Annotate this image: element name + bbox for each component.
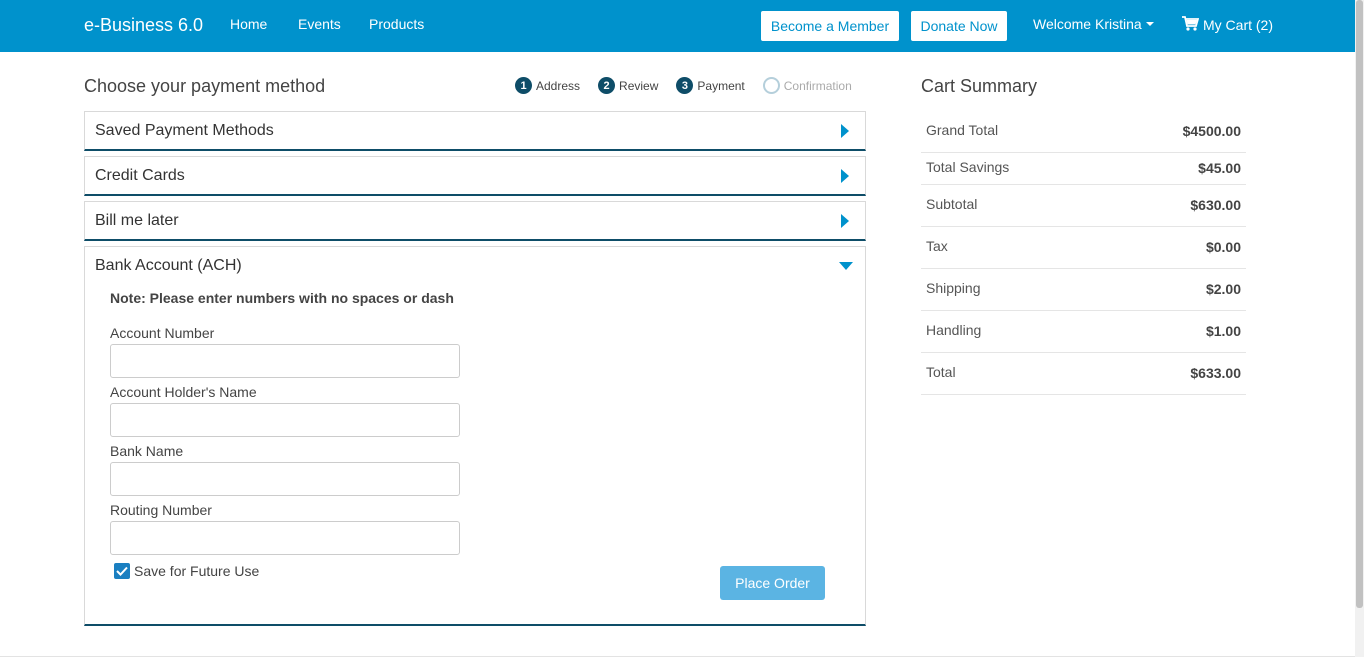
summary-row-shipping: Shipping $2.00 [921,269,1246,311]
caret-right-icon [841,123,849,138]
summary-label: Subtotal [926,196,978,212]
summary-row-tax: Tax $0.00 [921,227,1246,269]
step-number [762,77,780,94]
summary-value: $1.00 [1205,323,1241,339]
nav-events-link[interactable]: Events [298,16,341,32]
step-label: Confirmation [783,78,852,93]
summary-row-total: Total $633.00 [921,353,1246,395]
cart-summary-title: Cart Summary [921,76,1038,96]
account-number-input[interactable] [110,344,460,378]
checkout-steps: 1 Address 2 Review 3 Payment Confirmatio… [515,77,870,94]
account-holder-label: Account Holder's Name [110,384,257,400]
step-label: Address [536,78,581,93]
step-payment: 3 Payment [676,77,745,94]
vertical-scrollbar[interactable] [1355,0,1364,657]
step-number: 2 [598,77,616,94]
bank-account-header[interactable]: Bank Account (ACH) [85,247,865,284]
panel-title: Bank Account (ACH) [95,256,242,274]
summary-value: $630.00 [1190,197,1241,213]
summary-label: Grand Total [926,122,999,138]
my-cart-link[interactable]: My Cart (2) [1182,16,1273,34]
step-label: Review [619,78,659,93]
become-member-button[interactable]: Become a Member [761,11,899,41]
summary-label: Tax [926,238,948,254]
nav-home-link[interactable]: Home [230,16,267,32]
credit-cards-panel: Credit Cards [84,156,866,196]
summary-row-grand-total: Grand Total $4500.00 [921,111,1246,153]
welcome-user-dropdown[interactable]: Welcome Kristina [1033,16,1154,32]
summary-value: $2.00 [1205,281,1241,297]
summary-label: Shipping [926,280,981,296]
panel-title: Bill me later [95,211,179,229]
step-label: Payment [697,78,745,93]
checkmark-icon [116,566,128,576]
account-number-label: Account Number [110,325,215,341]
bank-account-panel: Bank Account (ACH) Note: Please enter nu… [84,246,866,626]
brand-logo[interactable]: e-Business 6.0 [84,15,203,36]
step-number: 1 [515,77,532,94]
summary-label: Total Savings [926,159,1010,175]
donate-now-button[interactable]: Donate Now [911,11,1007,41]
save-future-checkbox[interactable] [114,563,130,579]
summary-value: $633.00 [1190,365,1241,381]
routing-number-label: Routing Number [110,502,212,518]
routing-number-input[interactable] [110,521,460,555]
caret-right-icon [841,168,849,183]
summary-value: $4500.00 [1182,123,1241,139]
bank-name-label: Bank Name [110,443,184,459]
summary-row-handling: Handling $1.00 [921,311,1246,353]
top-navbar: e-Business 6.0 Home Events Products Beco… [0,0,1355,52]
bank-name-input[interactable] [110,462,460,496]
shopping-cart-icon [1182,16,1200,34]
ach-note: Note: Please enter numbers with no space… [110,290,454,306]
place-order-button[interactable]: Place Order [720,566,825,600]
summary-value: $0.00 [1205,239,1241,255]
panel-title: Saved Payment Methods [95,121,274,139]
summary-label: Handling [926,322,982,338]
bill-me-later-panel: Bill me later [84,201,866,241]
caret-right-icon [841,213,849,228]
saved-payment-methods-header[interactable]: Saved Payment Methods [85,112,865,149]
welcome-label: Welcome Kristina [1033,16,1142,32]
credit-cards-header[interactable]: Credit Cards [85,157,865,194]
nav-products-link[interactable]: Products [369,16,424,32]
summary-row-total-savings: Total Savings $45.00 [921,153,1246,185]
saved-payment-methods-panel: Saved Payment Methods [84,111,866,151]
summary-label: Total [926,364,956,380]
summary-value: $45.00 [1198,160,1241,176]
cart-label: My Cart (2) [1203,17,1273,33]
save-future-use-option: Save for Future Use [114,563,259,579]
bill-me-later-header[interactable]: Bill me later [85,202,865,239]
step-number: 3 [676,77,694,94]
scrollbar-thumb[interactable] [1356,0,1363,608]
account-holder-input[interactable] [110,403,460,437]
caret-down-icon [1145,22,1154,26]
page-title: Choose your payment method [84,76,326,96]
step-address: 1 Address [515,77,580,94]
panel-title: Credit Cards [95,166,185,184]
step-review: 2 Review [598,77,658,94]
caret-down-icon [839,261,853,270]
step-confirmation: Confirmation [762,77,852,94]
summary-row-subtotal: Subtotal $630.00 [921,185,1246,227]
save-future-label: Save for Future Use [134,563,260,579]
